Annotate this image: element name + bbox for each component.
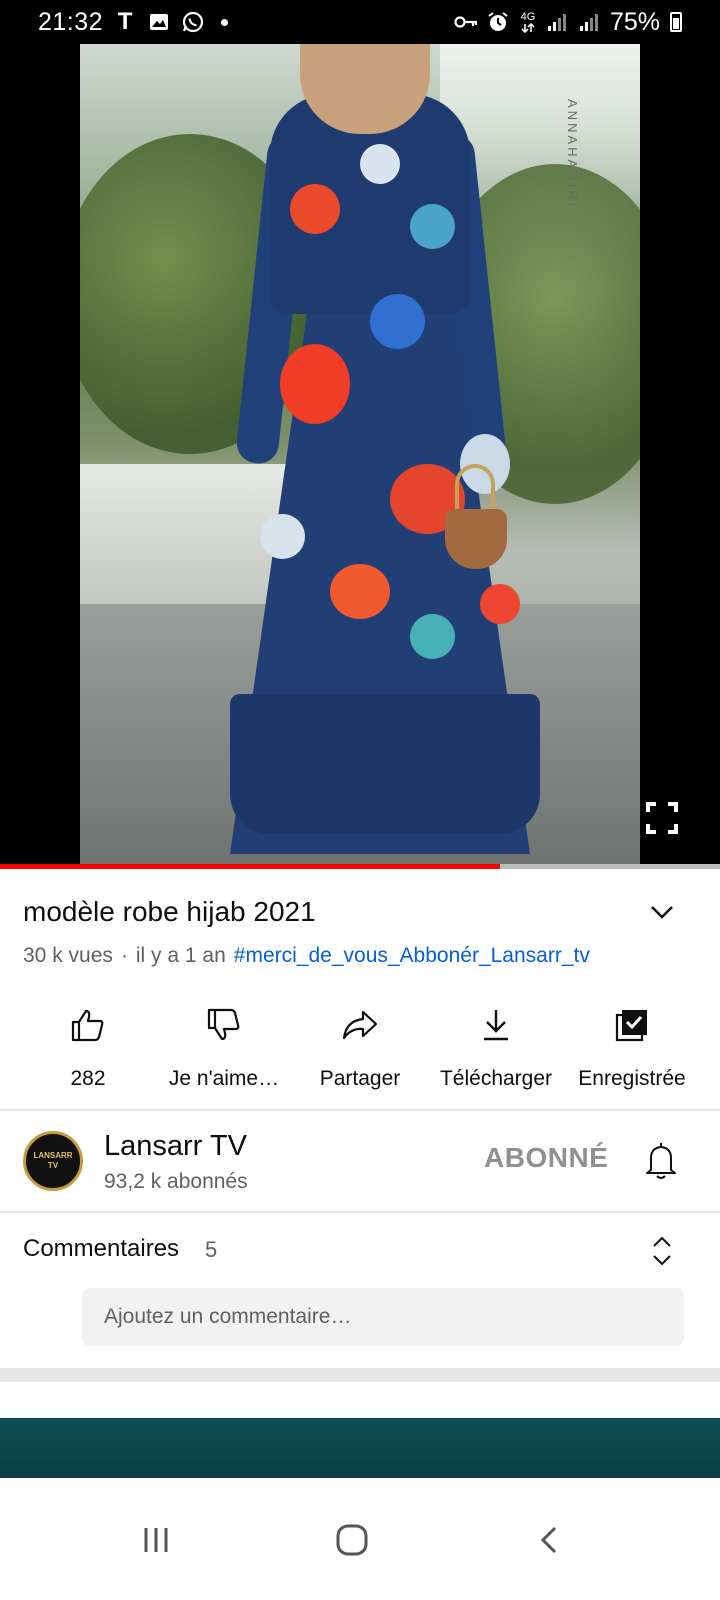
video-meta: 30 k vues · il y a 1 an #merci_de_vous_A…	[23, 944, 590, 968]
like-count: 282	[70, 1067, 106, 1090]
thumb-up-icon	[68, 1005, 108, 1045]
share-button[interactable]: Partager	[292, 1005, 428, 1095]
battery-percent: 75%	[609, 7, 660, 36]
comment-input[interactable]: Ajoutez un commentaire…	[82, 1288, 684, 1346]
battery-icon	[670, 12, 682, 32]
upload-age: il y a 1 an	[135, 944, 226, 967]
network-label: 4G	[520, 10, 536, 23]
hashtag-link[interactable]: #merci_de_vous_Abbonér_Lansarr_tv	[234, 944, 590, 968]
status-time: 21:32	[38, 7, 104, 36]
channel-avatar[interactable]: LANSARR TV	[23, 1131, 83, 1191]
download-button[interactable]: Télécharger	[428, 1005, 564, 1095]
vpn-key-icon	[454, 10, 478, 34]
watermark: ANNAHARIRI	[565, 99, 580, 210]
alarm-icon	[486, 10, 510, 34]
save-label: Enregistrée	[578, 1067, 686, 1090]
share-icon	[340, 1005, 380, 1045]
download-label: Télécharger	[439, 1067, 553, 1090]
status-bar: 21:32 T 4G 75%	[0, 0, 720, 44]
back-icon[interactable]	[520, 1510, 580, 1570]
avatar-text: LANSARR	[33, 1150, 73, 1160]
expand-collapse-icon[interactable]	[650, 1234, 674, 1268]
video-title[interactable]: modèle robe hijab 2021	[23, 896, 316, 928]
save-button[interactable]: Enregistrée	[564, 1005, 700, 1095]
video-progress-bar[interactable]	[0, 864, 720, 869]
action-bar: 282 Je n'aime… Partager Télécharger Enre…	[20, 1005, 700, 1095]
dislike-label: Je n'aime…	[168, 1067, 280, 1090]
divider	[0, 1109, 720, 1111]
meta-separator: ·	[120, 944, 128, 967]
chevron-down-icon[interactable]	[648, 898, 676, 926]
divider	[0, 1211, 720, 1213]
dot-icon	[221, 18, 229, 26]
subscriber-count: 93,2 k abonnés	[104, 1170, 248, 1193]
section-separator	[0, 1368, 720, 1382]
channel-name[interactable]: Lansarr TV	[104, 1130, 247, 1163]
avatar-text-2: TV	[47, 1161, 59, 1170]
t-icon: T	[117, 8, 133, 35]
signal-icon	[546, 10, 570, 34]
dislike-button[interactable]: Je n'aime…	[156, 1005, 292, 1095]
share-label: Partager	[319, 1067, 401, 1090]
subscribed-button[interactable]: ABONNÉ	[484, 1142, 608, 1174]
recent-apps-icon[interactable]	[126, 1510, 186, 1570]
view-count: 30 k vues	[23, 944, 113, 967]
video-progress-fill	[0, 864, 501, 869]
fullscreen-icon[interactable]	[644, 800, 680, 836]
saved-playlist-icon	[612, 1005, 652, 1045]
whatsapp-icon	[181, 10, 205, 34]
video-frame-image: ANNAHARIRI	[80, 44, 640, 864]
next-content-preview[interactable]	[0, 1418, 720, 1478]
comments-count: 5	[205, 1237, 218, 1262]
system-nav-bar	[0, 1478, 720, 1600]
signal-icon-2	[578, 10, 602, 34]
thumb-down-icon	[204, 1005, 244, 1045]
home-icon[interactable]	[322, 1510, 382, 1570]
gallery-icon	[147, 10, 171, 34]
like-button[interactable]: 282	[20, 1005, 156, 1095]
comments-heading[interactable]: Commentaires	[23, 1235, 179, 1263]
bell-icon[interactable]	[643, 1140, 679, 1180]
download-icon	[476, 1005, 516, 1045]
network-4g-icon: 4G	[518, 10, 538, 34]
video-player[interactable]: ANNAHARIRI	[0, 44, 720, 864]
